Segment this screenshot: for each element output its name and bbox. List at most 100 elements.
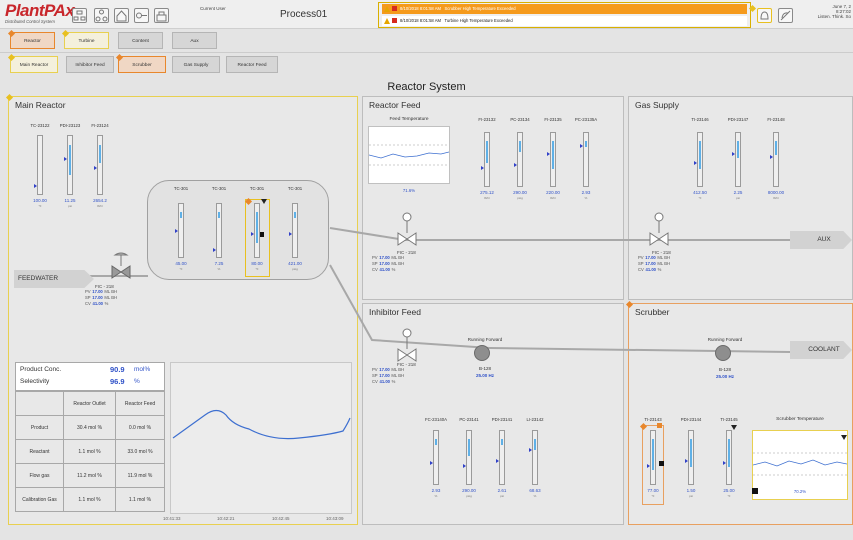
fic-218-controller[interactable]: FIC - 218 PV 17.00 ML BH SP 17.00 ML BH … bbox=[638, 250, 718, 273]
status-square-icon bbox=[657, 423, 662, 428]
gauge-value: 2.25 bbox=[733, 190, 743, 195]
gauge-fill bbox=[728, 439, 730, 467]
pump-tag: B-128 bbox=[718, 367, 731, 372]
bar-gauge[interactable] bbox=[289, 203, 298, 258]
fic-218-controller[interactable]: FIC - 218 PV 17.00 ML BH SP 17.00 ML BH … bbox=[85, 284, 165, 307]
pump-icon[interactable] bbox=[474, 345, 490, 361]
gauge-fill bbox=[775, 141, 777, 155]
bar-gauge[interactable] bbox=[732, 132, 741, 187]
bar-gauge[interactable] bbox=[463, 430, 472, 485]
coolant-outlet[interactable]: COOLANT bbox=[790, 341, 852, 359]
gauge-fill bbox=[501, 439, 503, 445]
trend-line bbox=[172, 409, 351, 440]
gauge-fill bbox=[534, 439, 536, 451]
bar-gauge[interactable] bbox=[694, 132, 703, 187]
main-trend-chart[interactable] bbox=[170, 362, 352, 514]
fic-218-controller[interactable]: FIC - 218 PV 17.00 ML BH SP 17.00 ML BH … bbox=[372, 362, 452, 385]
product-conc-label: Product Conc. bbox=[20, 366, 62, 373]
gauge-tag: TI-23145 bbox=[720, 417, 738, 422]
gauge-tag: LI-23142 bbox=[526, 417, 544, 422]
gauge-pointer-icon bbox=[175, 228, 178, 233]
gauge-unit: °F bbox=[727, 494, 731, 498]
gauge-tag: TI-23143 bbox=[644, 417, 662, 422]
gauge-unit: % bbox=[584, 196, 588, 200]
gauge-pointer-icon bbox=[496, 458, 499, 463]
table-row: Reactant 1.1 mol % 33.0 mol % bbox=[15, 439, 165, 464]
control-valve-icon[interactable] bbox=[649, 212, 669, 250]
bar-gauge[interactable] bbox=[514, 132, 523, 187]
gauge-pointer-icon bbox=[94, 166, 97, 170]
feed-temperature-chart[interactable] bbox=[368, 126, 450, 184]
product-summary: Product Conc. 90.9 mol% Selectivity 96.9… bbox=[15, 362, 165, 391]
gauge-pointer-icon bbox=[723, 461, 726, 466]
gauge-fill bbox=[180, 212, 182, 218]
bar-gauge[interactable] bbox=[64, 135, 73, 195]
gauge-tag: PC-23135A bbox=[574, 117, 598, 122]
gauge-unit: lb/hr bbox=[97, 204, 103, 208]
time-tick: 10:42:21 bbox=[217, 516, 235, 521]
gauge-pointer-icon bbox=[481, 166, 484, 170]
gauge-pointer-icon bbox=[34, 184, 37, 188]
gauge-pointer-icon bbox=[289, 231, 292, 236]
time-tick: 10:42:45 bbox=[272, 516, 290, 521]
gauge-fill bbox=[69, 145, 71, 175]
selectivity-value: 96.9 bbox=[110, 377, 125, 386]
bar-gauge[interactable] bbox=[94, 135, 103, 195]
gauge-fill bbox=[699, 141, 701, 169]
gauge-pointer-icon bbox=[685, 458, 688, 463]
bar-gauge[interactable] bbox=[213, 203, 222, 258]
gauge-unit: °F bbox=[179, 267, 183, 271]
pump-tag: B-128 bbox=[478, 366, 491, 371]
bar-gauge[interactable] bbox=[685, 430, 694, 485]
feed-trend-line bbox=[368, 144, 450, 166]
table-row: Flow gas 11.2 mol % 11.9 mol % bbox=[15, 463, 165, 488]
scrubber-chart-value: 70.2% bbox=[793, 489, 807, 494]
gauge-pointer-icon bbox=[732, 152, 735, 157]
bar-gauge[interactable] bbox=[770, 132, 779, 187]
aux-outlet[interactable]: AUX bbox=[790, 231, 852, 249]
control-valve-icon[interactable] bbox=[397, 328, 417, 366]
pump-icon[interactable] bbox=[715, 345, 731, 361]
gauge-fill bbox=[690, 439, 692, 467]
gauge-fill bbox=[585, 141, 587, 147]
control-valve-icon[interactable] bbox=[111, 252, 131, 282]
bar-gauge[interactable] bbox=[496, 430, 505, 485]
gauge-value: 412.50 bbox=[693, 190, 707, 195]
gauge-fill bbox=[218, 212, 220, 218]
fic-218-controller[interactable]: FIC - 218 PV 17.00 ML BH SP 17.00 ML BH … bbox=[372, 250, 452, 273]
bar-gauge[interactable] bbox=[175, 203, 184, 258]
control-valve-icon[interactable] bbox=[397, 212, 417, 250]
gauge-pointer-icon bbox=[430, 461, 433, 466]
bar-gauge[interactable] bbox=[34, 135, 43, 195]
bar-gauge[interactable] bbox=[547, 132, 556, 187]
bar-gauge[interactable] bbox=[723, 430, 732, 485]
pump-speed: 25.00 Hz bbox=[715, 374, 735, 379]
gauge-pointer-icon bbox=[251, 231, 254, 236]
bar-gauge[interactable] bbox=[647, 430, 656, 485]
feedwater-inlet[interactable]: FEEDWATER bbox=[14, 270, 94, 288]
bar-gauge[interactable] bbox=[481, 132, 490, 187]
gauge-tag: TC-301 bbox=[249, 186, 265, 191]
selectivity-label: Selectivity bbox=[20, 378, 50, 385]
gauge-value: 421.00 bbox=[288, 261, 302, 266]
gauge-tag: TC-301 bbox=[287, 186, 303, 191]
gauge-value: 68.63 bbox=[529, 488, 541, 493]
gauge-tag: FI-23124 bbox=[91, 123, 109, 128]
gauge-tag: PDI-23144 bbox=[680, 417, 702, 422]
bar-gauge[interactable] bbox=[430, 430, 439, 485]
sp-value: 17.00 bbox=[92, 295, 103, 300]
product-conc-value: 90.9 bbox=[110, 365, 125, 374]
gauge-fill bbox=[468, 439, 470, 456]
bar-gauge[interactable] bbox=[251, 203, 260, 258]
bar-gauge[interactable] bbox=[580, 132, 589, 187]
table-row: Calibration Gas 1.1 mol % 1.1 mol % bbox=[15, 487, 165, 512]
gauge-value: 77.00 bbox=[647, 488, 659, 493]
gauge-fill bbox=[256, 212, 258, 243]
composition-table: Reactor Outlet Reactor Feed Product 30.4 m… bbox=[15, 391, 165, 512]
feed-chart-value: 71.6% bbox=[402, 188, 416, 193]
bar-gauge[interactable] bbox=[529, 430, 538, 485]
column-header: Reactor Feed bbox=[115, 391, 165, 416]
gauge-value: 25.00 bbox=[723, 488, 735, 493]
time-tick: 10:41:33 bbox=[163, 516, 181, 521]
gauge-unit: psig bbox=[292, 267, 298, 271]
